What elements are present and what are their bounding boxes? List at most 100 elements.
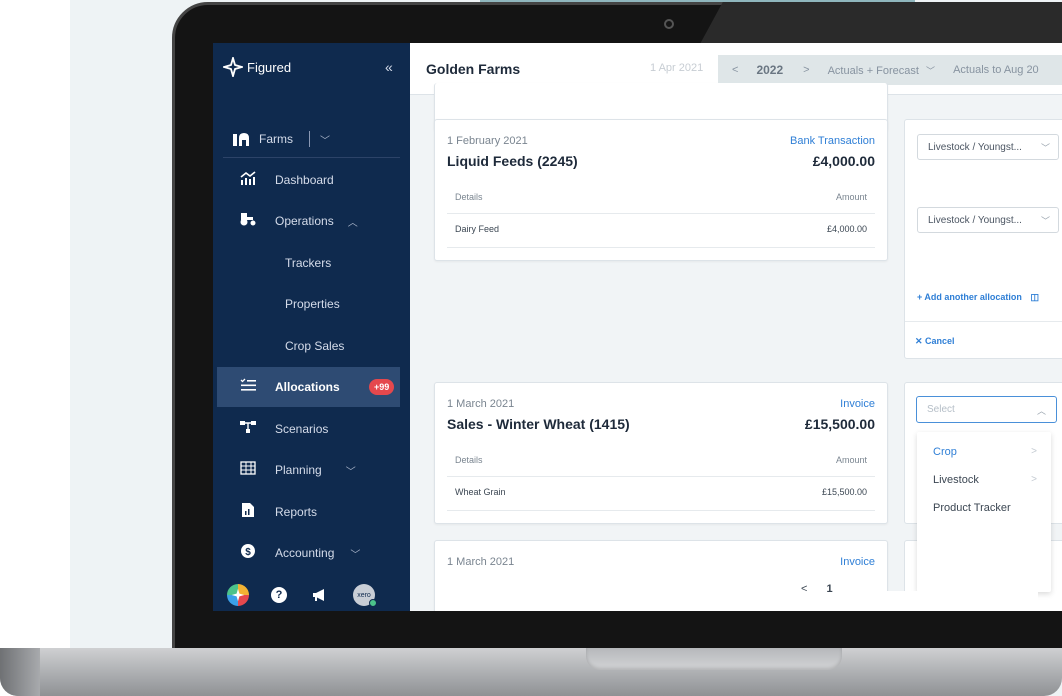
allocation-select-value: Livestock / Youngst...: [928, 141, 1022, 153]
category-dropdown: Crop > Livestock > Product Tracker: [917, 432, 1051, 592]
sidebar-item-label: Trackers: [285, 256, 332, 270]
add-allocation-button[interactable]: + Add another allocation ◫: [917, 292, 1039, 303]
chevron-down-icon: ﹀: [345, 466, 356, 478]
laptop-base-notch: [586, 648, 842, 670]
chart-icon: [239, 171, 257, 189]
category-select[interactable]: Select ︿: [916, 396, 1057, 423]
logo-text: Figured: [247, 59, 292, 75]
xero-text: xero: [357, 591, 371, 599]
grid-icon: [239, 461, 257, 479]
sidebar-item-reports[interactable]: Reports: [217, 492, 400, 532]
collapse-sidebar-button[interactable]: «: [385, 59, 393, 75]
details-table-header: Details Amount: [447, 445, 875, 477]
sidebar-item-label: Operations: [275, 214, 334, 228]
details-table-header: Details Amount: [447, 182, 875, 214]
sidebar-footer: ? xero: [213, 579, 410, 611]
sidebar-item-trackers[interactable]: Trackers: [217, 243, 400, 283]
sidebar-item-label: Reports: [275, 505, 318, 519]
sidebar-item-label: Properties: [285, 297, 340, 311]
pagination: < 1: [801, 583, 833, 595]
dropdown-option-product-tracker[interactable]: Product Tracker: [933, 502, 1043, 514]
farm-icon: [233, 133, 249, 146]
transaction-date: 1 March 2021: [447, 556, 515, 568]
dropdown-option-livestock[interactable]: Livestock >: [933, 474, 1043, 486]
sidebar-item-allocations[interactable]: Allocations +99: [217, 367, 400, 407]
forecast-mode-label: Actuals + Forecast: [827, 64, 919, 77]
panel-divider: [905, 321, 1062, 322]
transaction-card: 1 March 2021 Invoice: [434, 540, 888, 611]
tractor-icon: [239, 212, 257, 230]
dollar-icon: $: [239, 544, 257, 562]
sidebar-item-properties[interactable]: Properties: [217, 284, 400, 324]
svg-text:$: $: [245, 547, 251, 558]
col-amount: Amount: [835, 192, 867, 202]
laptop-camera: [664, 19, 674, 29]
category-select-placeholder: Select: [927, 404, 955, 415]
transaction-date: 1 March 2021: [447, 398, 515, 410]
previous-year-button[interactable]: <: [732, 64, 738, 76]
allocation-select[interactable]: Livestock / Youngst... ﹀: [917, 207, 1059, 233]
transaction-card: 1 February 2021 Bank Transaction Liquid …: [434, 119, 888, 261]
transaction-type-link[interactable]: Bank Transaction: [790, 135, 875, 147]
page-background-left: [0, 0, 70, 696]
page-title: Golden Farms: [426, 61, 521, 77]
report-icon: [239, 503, 257, 521]
sidebar-item-crop-sales[interactable]: Crop Sales: [217, 326, 400, 366]
sidebar-item-label: Crop Sales: [285, 339, 345, 353]
xero-icon[interactable]: xero: [353, 584, 377, 607]
sidebar: Figured « Farms ﹀ Dashboard Operations ︿: [213, 43, 410, 611]
dropdown-option-label: Crop: [933, 446, 957, 458]
transaction-type-link[interactable]: Invoice: [840, 398, 875, 410]
table-row: Wheat Grain £15,500.00: [447, 477, 875, 511]
cancel-button[interactable]: ✕ Cancel: [915, 336, 955, 347]
transaction-date: 1 February 2021: [447, 135, 528, 147]
sidebar-item-operations[interactable]: Operations ︿: [217, 201, 400, 241]
sidebar-item-scenarios[interactable]: Scenarios: [217, 409, 400, 449]
row-detail: Wheat Grain: [455, 487, 506, 497]
chevron-down-icon: ﹀: [350, 549, 361, 561]
megaphone-icon[interactable]: [309, 584, 331, 606]
farms-selector[interactable]: Farms ﹀: [233, 131, 330, 147]
row-amount: £15,500.00: [821, 487, 867, 497]
previous-page-button[interactable]: <: [801, 583, 807, 595]
transaction-card: 1 March 2021 Invoice Sales - Winter Whea…: [434, 382, 888, 524]
period-controls: < 2022 > Actuals + Forecast ﹀ Actuals to…: [718, 55, 1062, 85]
allocation-panel: Livestock / Youngst... ﹀ Livestock / You…: [904, 119, 1062, 359]
transaction-title: Sales - Winter Wheat (1415): [447, 416, 630, 432]
chevron-right-icon: >: [1031, 446, 1037, 457]
help-icon[interactable]: ?: [271, 587, 287, 603]
period-start-date: 1 Apr 2021: [650, 62, 704, 74]
actuals-to-select[interactable]: Actuals to Aug 20: [953, 64, 1039, 76]
transaction-title: Liquid Feeds (2245): [447, 153, 578, 169]
sidebar-divider: [223, 157, 400, 158]
allocation-select[interactable]: Livestock / Youngst... ﹀: [917, 134, 1059, 160]
scenarios-icon: [239, 420, 257, 438]
chevron-down-icon: ﹀: [1040, 143, 1050, 153]
list-icon: [239, 378, 257, 396]
transaction-type-link[interactable]: Invoice: [840, 556, 875, 568]
app-logo[interactable]: Figured: [223, 57, 291, 77]
row-detail: Dairy Feed: [455, 224, 500, 234]
pagination-bar: [838, 591, 1038, 611]
current-page[interactable]: 1: [827, 583, 833, 595]
add-allocation-label: + Add another allocation: [917, 292, 1022, 302]
sidebar-item-label: Allocations: [275, 380, 340, 394]
next-year-button[interactable]: >: [803, 64, 809, 76]
laptop-base: [0, 648, 1062, 696]
transaction-amount: £4,000.00: [812, 153, 875, 169]
sidebar-item-accounting[interactable]: $ Accounting ﹀: [217, 533, 400, 573]
sidebar-item-label: Dashboard: [275, 173, 334, 187]
bezel-reflection: [700, 2, 1062, 44]
row-amount: £4,000.00: [826, 224, 867, 234]
sidebar-item-dashboard[interactable]: Dashboard: [217, 160, 400, 200]
table-row: Dairy Feed £4,000.00: [447, 214, 875, 248]
figured-icon[interactable]: [227, 584, 249, 606]
chevron-up-icon: ︿: [347, 217, 358, 229]
dropdown-option-crop[interactable]: Crop >: [933, 446, 1043, 458]
sidebar-item-planning[interactable]: Planning ﹀: [217, 450, 400, 490]
col-details: Details: [455, 455, 483, 465]
transaction-amount: £15,500.00: [804, 416, 875, 432]
forecast-mode-select[interactable]: Actuals + Forecast ﹀: [828, 64, 935, 77]
chevron-down-icon: ﹀: [926, 65, 936, 76]
col-details: Details: [455, 192, 483, 202]
